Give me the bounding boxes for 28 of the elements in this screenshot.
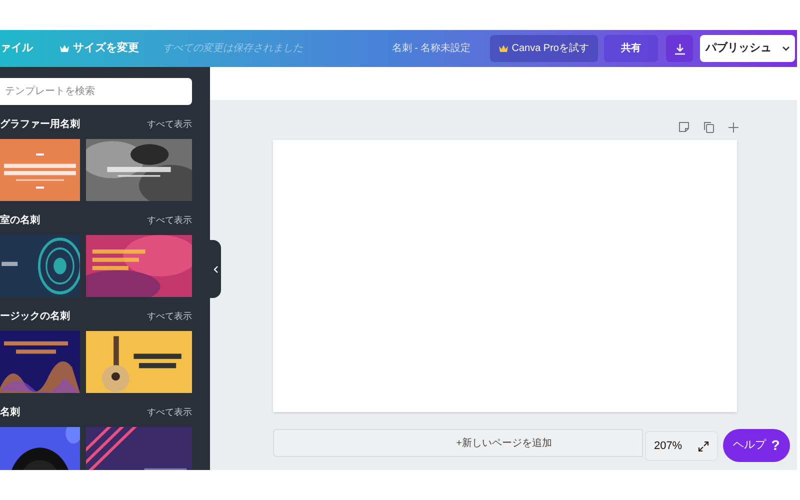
section-title: 名刺 <box>0 406 20 420</box>
download-button[interactable] <box>666 35 693 62</box>
plus-icon[interactable] <box>728 122 739 132</box>
note-icon[interactable] <box>678 121 690 133</box>
add-page-button[interactable]: +新しいページを追加 <box>273 429 643 457</box>
collapse-handle[interactable] <box>210 240 221 298</box>
copy-icon[interactable] <box>703 121 715 133</box>
help-button[interactable]: ヘルプ ? <box>723 429 790 462</box>
crown-icon <box>60 44 69 52</box>
save-status: すべての変更は保存されました <box>163 42 303 56</box>
publish-button[interactable]: パブリッシュ <box>700 35 795 62</box>
see-all-link[interactable]: すべて表示 <box>147 118 192 132</box>
search-field[interactable]: テンプレートを検索 <box>0 78 192 105</box>
section-title: グラファー用名刺 <box>0 118 80 132</box>
zoom-level: 207% <box>654 438 682 454</box>
see-all-link[interactable]: すべて表示 <box>147 214 192 228</box>
chevron-down-icon <box>782 46 790 51</box>
see-all-link[interactable]: すべて表示 <box>147 406 192 420</box>
section-title: ージックの名刺 <box>0 310 70 324</box>
expand-icon[interactable] <box>698 440 710 452</box>
section-title: 室の名刺 <box>0 213 40 228</box>
chevron-left-icon <box>214 266 218 272</box>
share-button[interactable]: 共有 <box>604 35 658 62</box>
zoom-control[interactable]: 207% <box>645 431 718 461</box>
crown-icon <box>498 44 508 52</box>
download-icon <box>674 42 686 54</box>
try-pro-button[interactable]: Canva Proを試す <box>490 35 598 62</box>
see-all-link[interactable]: すべて表示 <box>147 310 192 324</box>
